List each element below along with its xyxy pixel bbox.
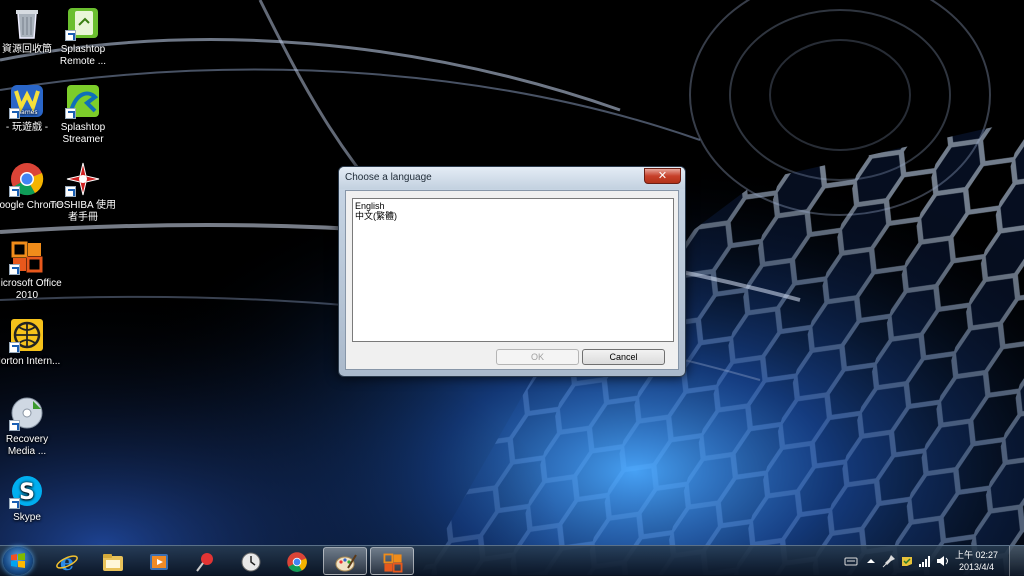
explorer-icon <box>103 554 123 571</box>
toshiba-manual-icon <box>65 161 101 197</box>
chrome-icon <box>287 552 307 572</box>
taskbar-internet-explorer[interactable]: e <box>45 547 89 575</box>
volume-icon[interactable] <box>936 554 950 568</box>
desktop-icon-microsoft-office[interactable]: Microsoft Office 2010 <box>0 239 63 302</box>
show-desktop-button[interactable] <box>1009 546 1024 576</box>
pin-icon <box>196 553 213 572</box>
splashtop-streamer-icon <box>65 83 101 119</box>
list-item-english[interactable]: English <box>355 201 671 211</box>
keyboard-icon[interactable] <box>844 554 858 568</box>
network-signal-icon[interactable] <box>918 554 932 568</box>
show-hidden-icons-icon[interactable] <box>864 554 878 568</box>
taskbar-office[interactable] <box>370 547 414 575</box>
office-icon <box>383 553 403 573</box>
svg-text:e: e <box>60 551 74 573</box>
taskbar-media-player[interactable] <box>137 547 181 575</box>
taskbar-clock-app[interactable] <box>229 547 273 575</box>
windows-logo-icon <box>11 553 25 568</box>
language-listbox[interactable]: English 中文(繁體) <box>352 198 674 342</box>
norton-icon <box>9 317 45 353</box>
clock-time: 上午 02:27 <box>954 550 998 560</box>
taskbar-chrome[interactable] <box>275 547 319 575</box>
recovery-media-icon <box>9 395 45 431</box>
desktop-icon-recovery-media[interactable]: Recovery Media ... <box>0 395 63 458</box>
start-button[interactable] <box>3 547 33 575</box>
desktop-icon-skype[interactable]: S Skype <box>0 473 63 524</box>
close-button[interactable]: ✕ <box>644 168 681 184</box>
cancel-button[interactable]: Cancel <box>582 349 665 365</box>
system-tray: 上午 02:27 2013/4/4 <box>834 546 1024 576</box>
games-icon: Games <box>9 83 45 119</box>
clock-app-icon <box>241 552 261 572</box>
internet-explorer-icon: e <box>56 551 78 573</box>
media-player-icon <box>150 554 168 570</box>
dialog-titlebar[interactable]: Choose a language ✕ <box>339 167 685 189</box>
desktop-icon-norton[interactable]: Norton Intern... <box>0 317 63 368</box>
clock-date: 2013/4/4 <box>958 562 994 572</box>
language-dialog: Choose a language ✕ English 中文(繁體) OK Ca… <box>338 166 686 377</box>
taskbar-pin-app[interactable] <box>183 547 227 575</box>
paint-icon <box>335 554 357 572</box>
chrome-icon <box>9 161 45 197</box>
taskbar-paint[interactable] <box>323 547 367 575</box>
recycle-bin-icon <box>9 5 45 41</box>
action-center-icon[interactable] <box>900 554 914 568</box>
taskbar-explorer[interactable] <box>91 547 135 575</box>
svg-text:S: S <box>19 480 35 505</box>
dialog-client: English 中文(繁體) OK Cancel <box>345 190 679 370</box>
office-icon <box>9 239 45 275</box>
desktop-icon-splashtop-streamer[interactable]: Splashtop Streamer <box>47 83 119 146</box>
desktop-icon-toshiba-manual[interactable]: TOSHIBA 使用者手冊 <box>47 161 119 224</box>
taskbar-clock[interactable]: 上午 02:27 2013/4/4 <box>955 549 998 573</box>
tray-pin-icon[interactable] <box>882 554 896 568</box>
desktop-icon-splashtop-remote[interactable]: Splashtop Remote ... <box>47 5 119 68</box>
ok-button[interactable]: OK <box>496 349 579 365</box>
list-item-chinese-traditional[interactable]: 中文(繁體) <box>355 211 671 221</box>
taskbar: e 上午 02:27 2013/4/4 <box>0 545 1024 576</box>
splashtop-remote-icon <box>65 5 101 41</box>
dialog-title: Choose a language <box>345 172 432 183</box>
skype-icon: S <box>9 473 45 509</box>
